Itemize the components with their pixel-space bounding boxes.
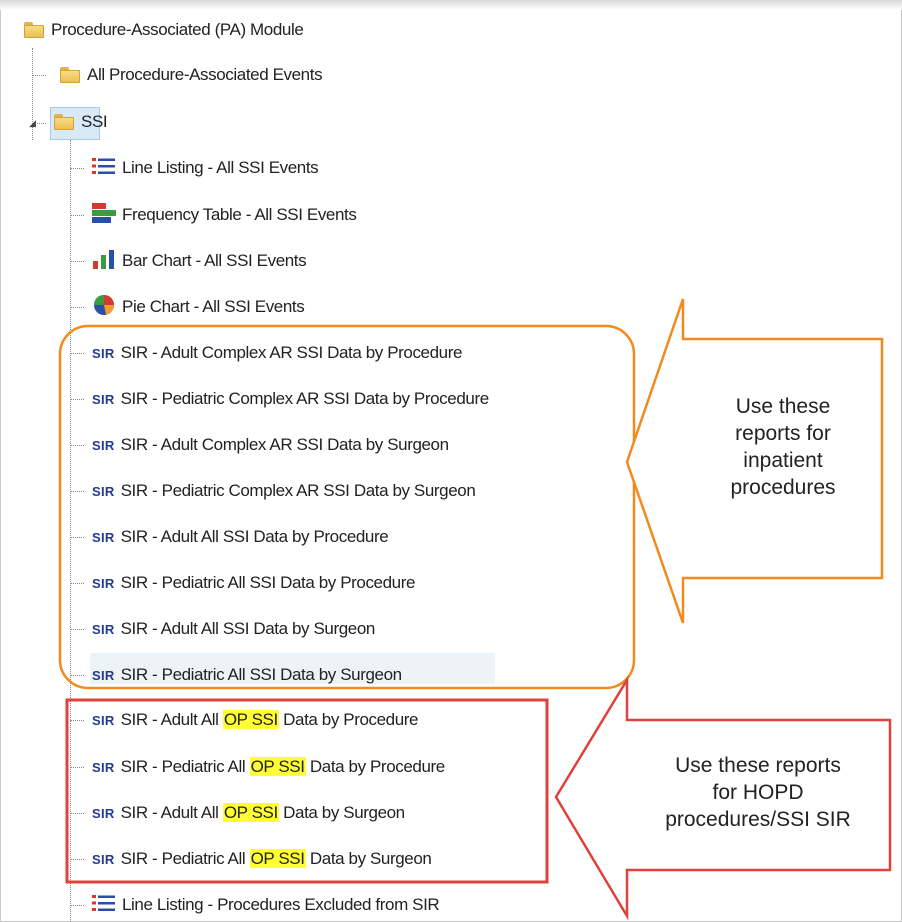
inpatient-bracket bbox=[58, 324, 636, 690]
op-bracket bbox=[65, 698, 549, 884]
hopd-callout-text: Use these reports for HOPD procedures/SS… bbox=[665, 754, 851, 831]
inpatient-callout-text: Use these reports for inpatient procedur… bbox=[730, 395, 836, 499]
